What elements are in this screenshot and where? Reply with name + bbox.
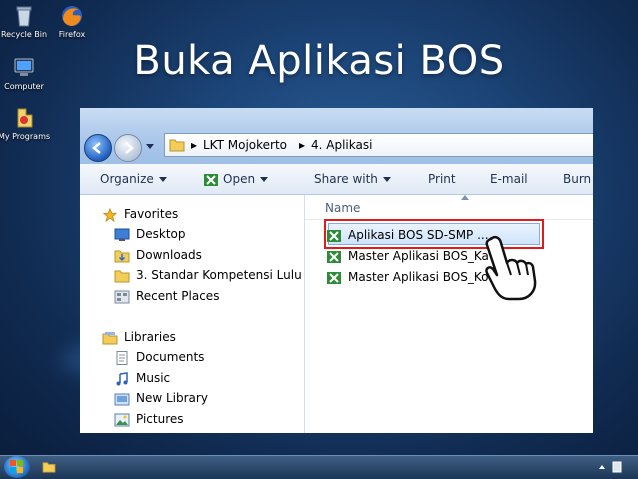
hand-pointer-icon [485, 235, 537, 301]
explorer-window: ▸ LKT Mojokerto ▸ 4. Aplikasi Organize O… [80, 108, 593, 433]
chevron-down-icon [260, 177, 269, 182]
burn-button[interactable]: Burn [563, 172, 591, 186]
chevron-down-icon [382, 177, 391, 182]
arrow-right-icon [125, 142, 134, 154]
star-icon [102, 207, 118, 222]
taskbar [0, 455, 638, 479]
desktop-icon-firefox[interactable]: Firefox [44, 4, 100, 39]
programs-icon [17, 108, 33, 128]
nav-libraries[interactable]: Libraries [102, 330, 176, 345]
desktop-icon-my-programs[interactable]: My Programs [0, 106, 52, 141]
file-item-master-aplikasi-ko[interactable]: Master Aplikasi BOS_Ko [326, 270, 488, 285]
file-list: Name Aplikasi BOS SD-SMP ...... Master A… [305, 195, 593, 433]
pictures-icon [114, 413, 130, 426]
nav-item-documents[interactable]: Documents [114, 350, 204, 365]
new-library-icon [114, 393, 130, 405]
excel-file-icon [327, 229, 341, 242]
organize-button[interactable]: Organize [100, 172, 167, 186]
nav-item-pictures[interactable]: Pictures [114, 412, 184, 427]
open-button[interactable]: Open [203, 172, 269, 187]
command-bar: Organize Open Share with Print E-mail Bu… [80, 164, 593, 195]
nav-item-recent-places[interactable]: Recent Places [114, 289, 219, 304]
email-button[interactable]: E-mail [490, 172, 528, 186]
forward-button[interactable] [114, 134, 142, 162]
address-bar-area: ▸ LKT Mojokerto ▸ 4. Aplikasi [80, 108, 593, 164]
excel-file-icon [327, 271, 341, 284]
sort-arrow-icon [461, 195, 469, 200]
folder-icon [169, 139, 185, 152]
excel-icon [204, 173, 218, 186]
windows-logo-icon [10, 460, 23, 473]
breadcrumb-separator-icon: ▸ [191, 138, 198, 152]
file-item-master-aplikasi-ka[interactable]: Master Aplikasi BOS_Ka [326, 249, 489, 264]
recent-places-icon [114, 290, 130, 303]
slide-title: Buka Aplikasi BOS [133, 38, 505, 84]
share-with-button[interactable]: Share with [314, 172, 391, 186]
downloads-folder-icon [114, 250, 130, 262]
nav-item-desktop[interactable]: Desktop [114, 227, 186, 242]
nav-item-downloads[interactable]: Downloads [114, 248, 202, 263]
recycle-bin-icon [16, 6, 32, 27]
tray-device-icon[interactable] [612, 461, 622, 473]
documents-icon [116, 350, 128, 365]
tray-expand-icon[interactable] [599, 465, 605, 469]
navigation-pane: Favorites Desktop Downloads 3. Standar K… [80, 195, 305, 433]
start-button[interactable] [4, 456, 30, 478]
file-item-aplikasi-bos[interactable]: Aplikasi BOS SD-SMP ...... [326, 228, 500, 243]
recent-pages-dropdown[interactable] [146, 144, 154, 149]
print-button[interactable]: Print [428, 172, 456, 186]
address-field[interactable]: ▸ LKT Mojokerto ▸ 4. Aplikasi [164, 133, 593, 157]
nav-item-new-library[interactable]: New Library [114, 391, 208, 406]
breadcrumb-item[interactable]: 4. Aplikasi [311, 134, 372, 156]
breadcrumb-separator-icon: ▸ [299, 138, 306, 152]
libraries-icon [102, 331, 118, 344]
folder-icon [114, 270, 130, 282]
back-button[interactable] [84, 134, 112, 162]
nav-item-music[interactable]: Music [114, 371, 170, 386]
excel-file-icon [327, 250, 341, 263]
desktop-icon [114, 228, 130, 241]
column-header-name[interactable]: Name [325, 201, 360, 215]
breadcrumb-item[interactable]: LKT Mojokerto [203, 134, 287, 156]
nav-item-standar-kompetensi[interactable]: 3. Standar Kompetensi Lulu [114, 268, 302, 283]
nav-favorites[interactable]: Favorites [102, 207, 178, 222]
chevron-down-icon [158, 177, 167, 182]
firefox-icon [62, 6, 82, 26]
explorer-taskbar-icon[interactable] [42, 461, 56, 473]
music-icon [116, 371, 128, 385]
arrow-left-icon [92, 142, 101, 154]
